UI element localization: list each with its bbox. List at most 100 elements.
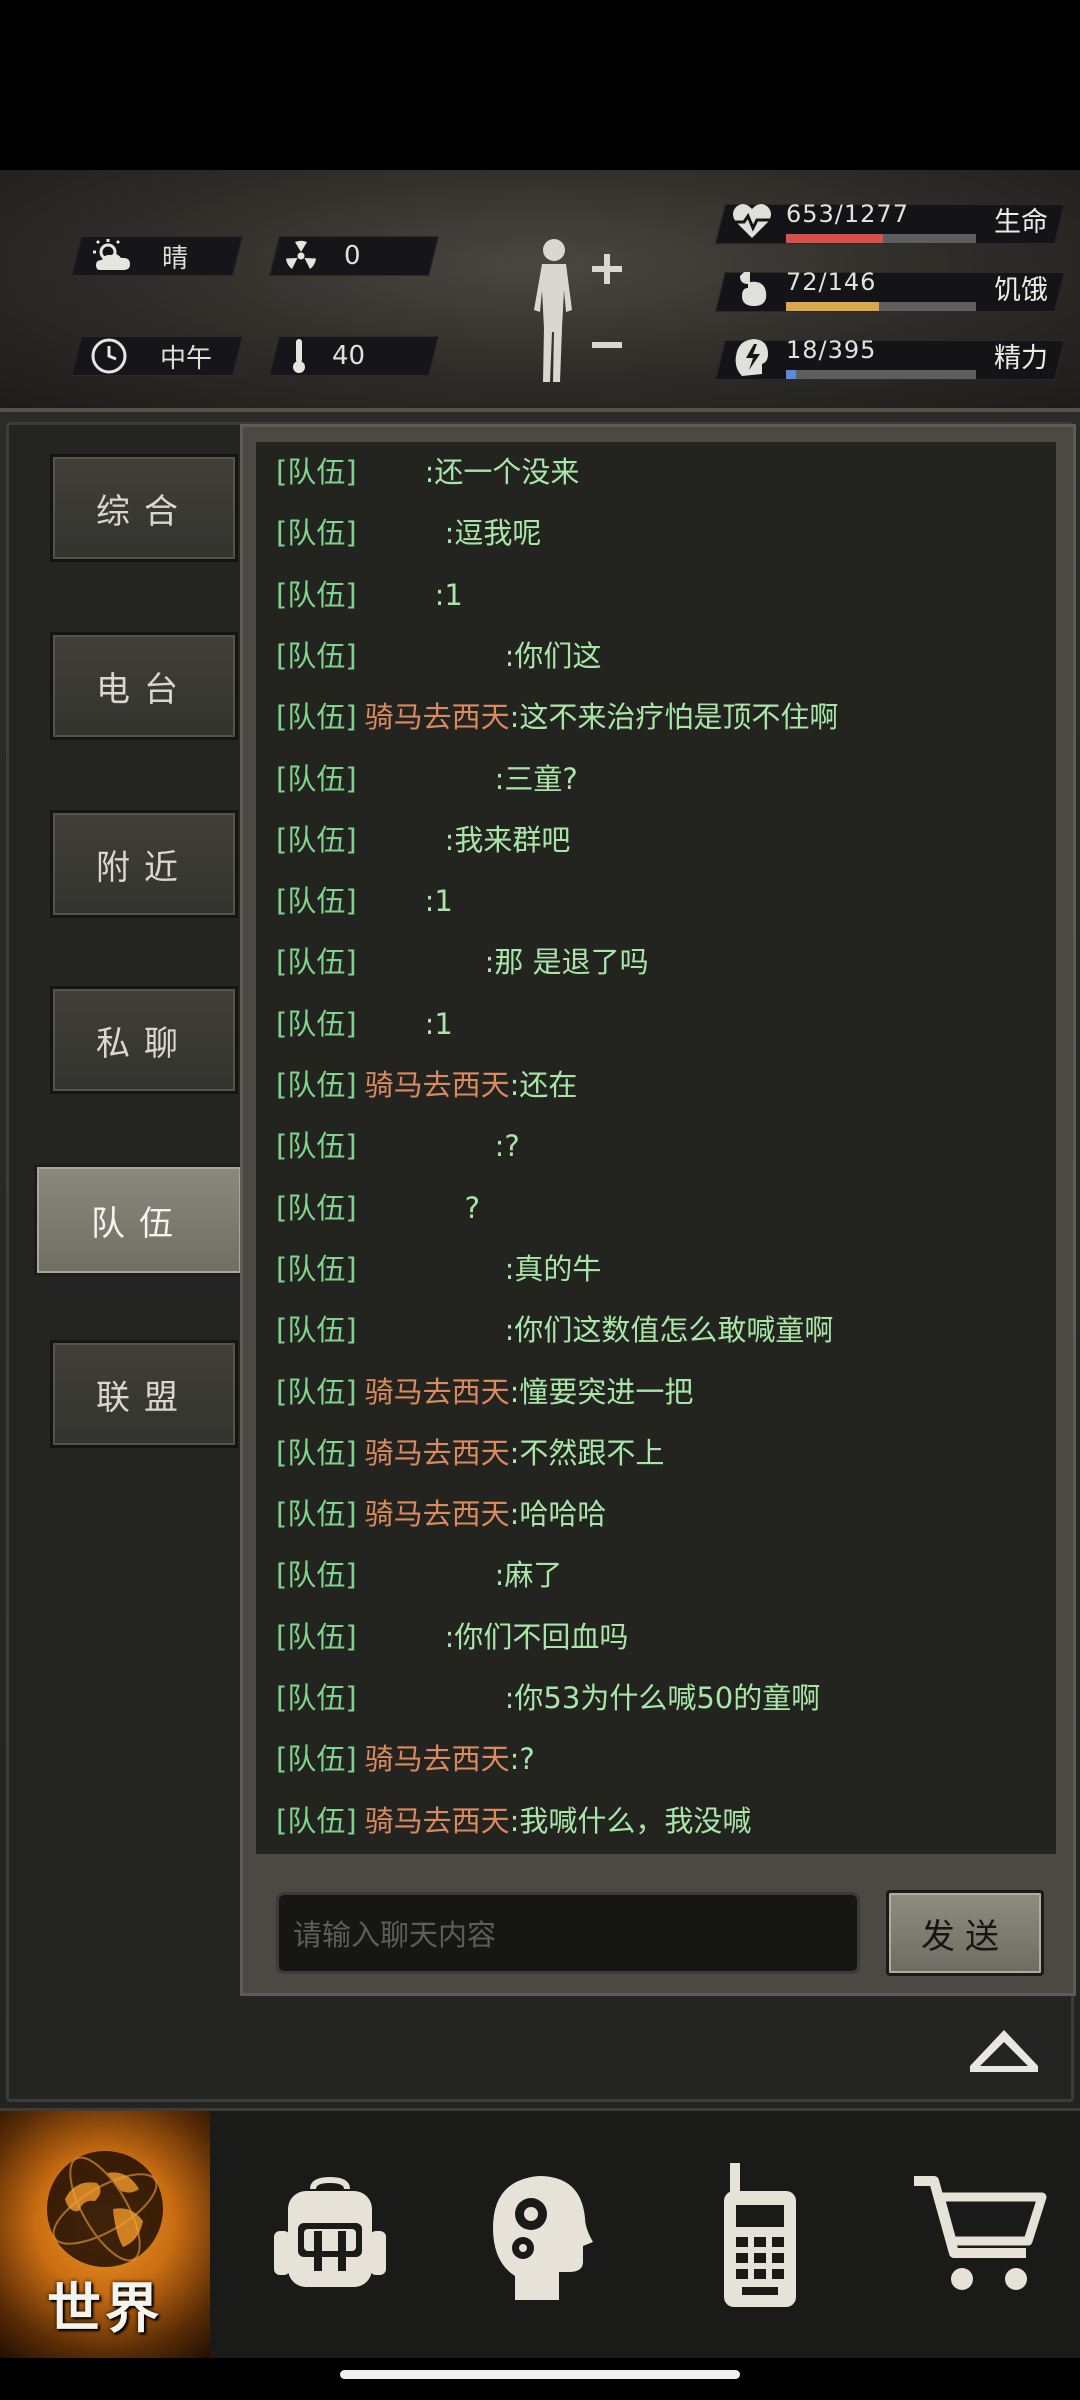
chat-message-text: :真的牛 [504,1251,602,1286]
tab-team[interactable]: 队伍 [34,1164,244,1276]
chat-message: [队伍] 骑马去西天:我喊什么，我没喊 [276,1801,751,1841]
chat-channel-tag: [队伍] [276,1742,357,1777]
tab-alliance[interactable]: 联盟 [50,1340,238,1448]
chat-sender-name[interactable]: 骑马去西天 [365,1497,510,1531]
chat-message: [队伍] 骑马去西天:还在 [276,1065,577,1105]
chat-channel-tag: [队伍] [276,1313,357,1348]
hp-stat: 653/1277 生命 [715,194,1065,248]
chat-message: [队伍]:真的牛 [276,1249,601,1289]
chat-sender-name[interactable]: 骑马去西天 [365,700,510,734]
chat-message: [队伍]:你们这 [276,636,601,676]
chat-sender-name[interactable]: 骑马去西天 [365,1436,510,1470]
chat-message: [队伍] :1 [276,575,463,615]
hud-bar: 晴 0 中午 40 653/1277 生命 72/146 饥饿 18/395 精… [0,170,1080,412]
nav-shop[interactable] [880,2111,1080,2361]
nav-radio[interactable] [670,2111,850,2361]
chat-message: [队伍] :麻了 [276,1555,562,1595]
heartbeat-icon [733,203,771,238]
hunger-value: 72/146 [786,268,877,296]
redacted-sender-name [365,827,445,857]
tab-private[interactable]: 私聊 [50,986,238,1094]
chat-sender-name[interactable]: 骑马去西天 [365,1375,510,1409]
weather-indicator: 晴 [92,236,188,276]
chat-message: [队伍] 骑马去西天:憧要突进一把 [276,1372,693,1412]
hp-label: 生命 [994,207,1048,238]
chat-channel-tag: [队伍] [276,1497,357,1532]
chat-log[interactable]: [队伍]:还一个没来 [队伍]:逗我呢 [队伍]:1 [队伍]:你们这 [队伍] 骑马去西… [256,442,1056,1854]
collapse-up-icon[interactable] [966,2022,1042,2074]
tab-general[interactable]: 综合 [50,454,238,562]
chat-channel-tag: [队伍] [276,1374,357,1409]
chat-message: [队伍] 骑马去西天:哈哈哈 [276,1494,606,1534]
chat-channel-tag: [队伍] [276,1558,357,1593]
send-button[interactable]: 发送 [886,1890,1044,1976]
time-indicator: 中午 [90,336,212,376]
chat-channel-tag: [队伍] [276,1619,357,1654]
weather-text: 晴 [162,243,189,274]
hunger-label: 饥饿 [994,275,1048,306]
chat-input[interactable]: 请输入聊天内容 [276,1892,860,1974]
redacted-sender-name [365,888,425,918]
hp-value: 653/1277 [786,200,909,228]
home-indicator[interactable] [340,2370,740,2379]
chat-message-text: :1 [434,577,463,612]
chat-message-text: :? [494,1129,520,1164]
brain-lightning-icon [735,339,768,376]
hp-bar [786,234,883,243]
thermometer-icon [293,339,305,373]
redacted-sender-name [365,643,505,673]
energy-stat: 18/395 精力 [715,330,1065,384]
shop-cart-icon [914,2176,1047,2290]
chat-message-text: :逗我呢 [444,516,542,551]
radiation-icon [286,240,316,269]
chat-sender-name[interactable]: 骑马去西天 [365,1804,510,1838]
chat-channel-tag: [队伍] [276,945,357,980]
chat-message: [队伍] :你们这数值怎么敢喊童啊 [276,1310,833,1350]
chat-message: [队伍]:你们不回血吗 [276,1617,628,1657]
chat-channel-tag: [队伍] [276,761,357,796]
energy-bar [786,370,796,379]
chat-message-text: :还在 [509,1068,578,1102]
redacted-sender-name [365,1317,505,1347]
nav-world-label: 世界 [47,2277,163,2340]
body-status-icon[interactable] [522,232,642,392]
chat-channel-tag: [队伍] [276,1068,357,1102]
nav-backpack[interactable] [240,2111,420,2361]
bottom-nav: 世界 [0,2108,1080,2361]
chat-message-text: :哈哈哈 [509,1497,607,1532]
chat-sender-name[interactable]: 骑马去西天 [365,1742,510,1776]
chat-message: [队伍] 骑马去西天:? [276,1739,535,1779]
redacted-sender-name [365,1685,505,1715]
chat-message-text: :这不来治疗怕是顶不住啊 [509,700,839,735]
chat-message: [队伍] 骑马去西天:这不来治疗怕是顶不住啊 [276,697,838,737]
chat-message-text: :我喊什么，我没喊 [509,1803,752,1838]
chat-message: [队伍]? [276,1188,480,1228]
chat-channel-tag: [队伍] [276,1435,357,1470]
tab-radio[interactable]: 电台 [50,632,238,740]
chat-message-text: :三童? [494,761,578,796]
hunger-stat: 72/146 饥饿 [715,262,1065,316]
chat-sender-name[interactable]: 骑马去西天 [365,1068,510,1102]
nav-skills[interactable] [450,2111,630,2361]
chat-channel-tag: [队伍] [276,455,357,489]
chat-message-text: :麻了 [494,1558,563,1593]
chat-message: [队伍]:还一个没来 [276,452,579,492]
chat-message: [队伍]:? [276,1126,520,1166]
chat-channel-tag: [队伍] [276,516,357,551]
temperature-value: 40 [332,341,366,371]
status-bar [0,0,1080,170]
energy-label: 精力 [994,343,1048,374]
chat-message-text: :你们这数值怎么敢喊童啊 [504,1313,834,1348]
radiation-value: 0 [344,241,361,271]
chat-channel-tag: [队伍] [276,1681,357,1715]
chat-message-text: :不然跟不上 [509,1435,665,1470]
tab-nearby[interactable]: 附近 [50,810,238,918]
redacted-sender-name [365,1011,425,1041]
chat-screen: 综合 电台 附近 私聊 队伍 联盟 [队伍]:还一个没来 [队伍]:逗我呢 [队伍]… [0,412,1080,2108]
nav-world[interactable]: 世界 [0,2111,210,2361]
chat-channel-tag: [队伍] [276,1006,357,1041]
chat-channel-tag: [队伍] [276,577,357,612]
redacted-sender-name [365,1195,465,1225]
chat-channel-tag: [队伍] [276,1129,357,1164]
chat-message: [队伍]:1 [276,1004,453,1044]
